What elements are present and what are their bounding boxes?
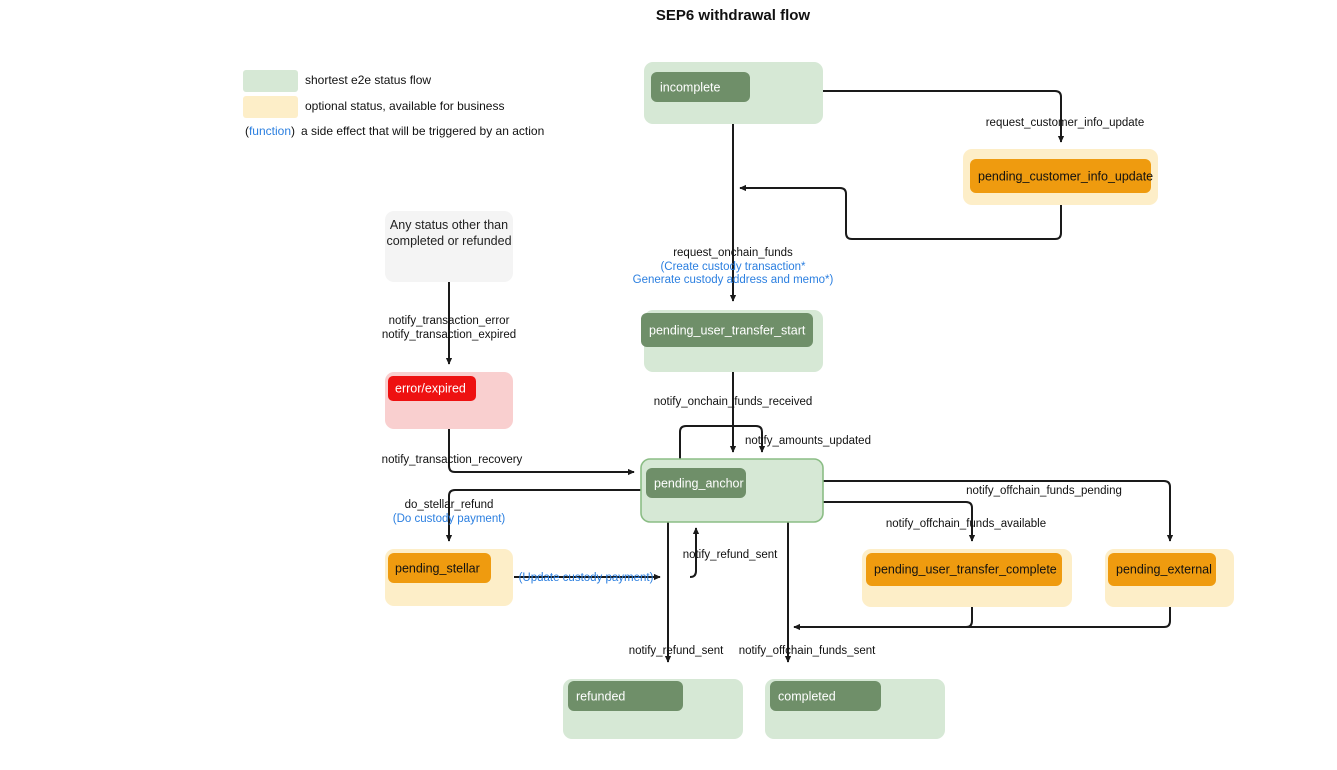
legend-label-orange: optional status, available for business: [305, 99, 504, 113]
edge-label-notify-offchain-funds-pending: notify_offchain_funds_pending: [966, 485, 1122, 497]
node-pending-stellar-label: pending_stellar: [395, 561, 480, 575]
node-error-expired-label: error/expired: [395, 381, 466, 395]
edge-label-do-stellar-refund: do_stellar_refund: [405, 499, 494, 511]
legend: shortest e2e status flow optional status…: [243, 70, 544, 138]
edge-label-notify-refund-sent-up: notify_refund_sent: [683, 549, 778, 561]
edge-label-notify-transaction-error: notify_transaction_error: [389, 315, 510, 327]
edge-label-notify-onchain-funds-received: notify_onchain_funds_received: [654, 396, 813, 408]
sep6-withdrawal-flow-diagram: SEP6 withdrawal flow shortest e2e status…: [243, 7, 1234, 739]
edge-label-update-custody-payment: (Update custody payment): [519, 572, 654, 584]
node-refunded-label: refunded: [576, 689, 625, 703]
node-pending-stellar[interactable]: pending_stellar: [385, 549, 513, 606]
node-pending-anchor-label: pending_anchor: [654, 476, 744, 490]
edge-label-notify-transaction-recovery: notify_transaction_recovery: [382, 454, 523, 466]
edge-label-request-customer-info-update: request_customer_info_update: [986, 117, 1145, 129]
legend-function-keyword: function: [249, 124, 291, 138]
node-pending-user-transfer-complete[interactable]: pending_user_transfer_complete: [862, 549, 1072, 607]
edge-label-request-onchain-funds-fn1: (Create custody transaction*: [660, 261, 806, 273]
page-title: SEP6 withdrawal flow: [656, 7, 811, 24]
node-pending-user-transfer-start-label: pending_user_transfer_start: [649, 323, 806, 337]
edge-label-notify-refund-sent-down: notify_refund_sent: [629, 645, 724, 657]
legend-function-label: a side effect that will be triggered by …: [301, 124, 544, 138]
legend-swatch-green: [243, 70, 298, 92]
node-refunded[interactable]: refunded: [563, 679, 743, 739]
diagram-canvas: SEP6 withdrawal flow shortest e2e status…: [0, 0, 1337, 770]
node-pending-external[interactable]: pending_external: [1105, 549, 1234, 607]
node-pending-customer-info-update-label: pending_customer_info_update: [978, 169, 1153, 183]
node-error-expired[interactable]: error/expired: [385, 372, 513, 429]
legend-label-green: shortest e2e status flow: [305, 73, 431, 87]
edge-label-notify-transaction-expired: notify_transaction_expired: [382, 329, 516, 341]
edge-user-transfer-complete-to-completed: [793, 607, 973, 631]
edge-label-request-onchain-funds-fn2: Generate custody address and memo*): [633, 274, 834, 286]
node-incomplete-label: incomplete: [660, 80, 720, 94]
legend-function-close-paren: ): [291, 124, 295, 138]
legend-swatch-orange: [243, 96, 298, 118]
node-any-status: Any status other than completed or refun…: [385, 211, 513, 282]
node-completed-label: completed: [778, 689, 836, 703]
node-any-status-label-line2: completed or refunded: [386, 234, 511, 248]
node-completed[interactable]: completed: [765, 679, 945, 739]
node-pending-user-transfer-complete-label: pending_user_transfer_complete: [874, 562, 1057, 576]
edge-label-request-onchain-funds: request_onchain_funds: [673, 247, 793, 259]
edge-external-to-completed: [794, 607, 1171, 628]
edge-label-notify-amounts-updated: notify_amounts_updated: [745, 435, 871, 447]
node-pending-anchor[interactable]: pending_anchor: [640, 458, 824, 523]
edge-label-do-stellar-refund-fn: (Do custody payment): [393, 513, 506, 525]
node-incomplete[interactable]: incomplete: [644, 62, 823, 124]
node-pending-user-transfer-start[interactable]: pending_user_transfer_start: [641, 310, 823, 372]
edge-label-notify-offchain-funds-sent: notify_offchain_funds_sent: [739, 645, 876, 657]
node-any-status-label-line1: Any status other than: [390, 218, 508, 232]
node-pending-external-label: pending_external: [1116, 562, 1212, 576]
edge-label-notify-offchain-funds-available: notify_offchain_funds_available: [886, 518, 1046, 530]
node-pending-customer-info-update[interactable]: pending_customer_info_update: [963, 149, 1158, 205]
